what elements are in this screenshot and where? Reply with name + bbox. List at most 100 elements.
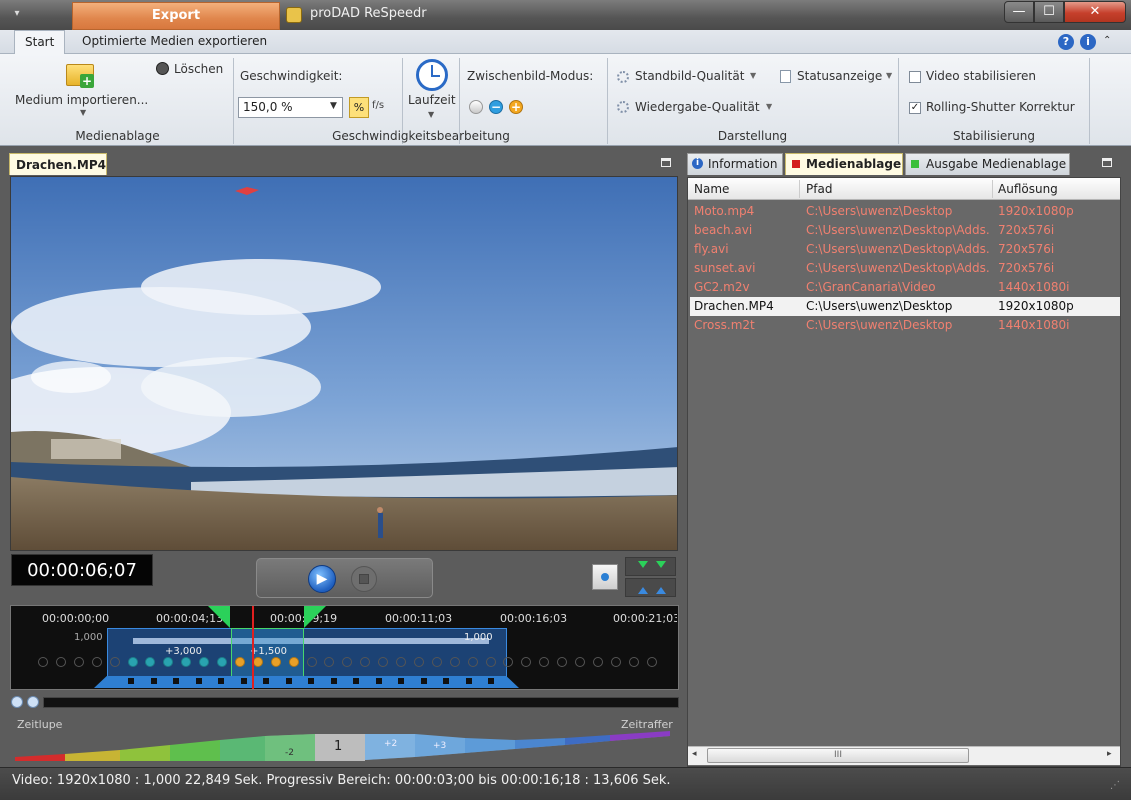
playhead[interactable]	[252, 606, 254, 689]
resize-grip-icon[interactable]: ⋰	[1110, 780, 1124, 794]
scroll-right-icon[interactable]: ▸	[1107, 749, 1112, 759]
chevron-down-icon[interactable]: ▼	[330, 101, 337, 111]
delete-button[interactable]: Löschen	[174, 62, 223, 76]
keyframe-dot	[610, 657, 621, 667]
media-resolution-cell[interactable]: 1920x1080p	[998, 299, 1108, 313]
keyframe-dot	[145, 657, 156, 667]
media-name-cell[interactable]: beach.avi	[694, 223, 794, 237]
interpolation-mode-label: Zwischenbild-Modus:	[467, 69, 594, 83]
tab-start[interactable]: Start	[14, 30, 66, 55]
column-header-name[interactable]: Name	[694, 182, 729, 196]
media-name-cell[interactable]: sunset.avi	[694, 261, 794, 275]
speed-value-left: 1,000	[74, 632, 103, 643]
minimize-button[interactable]: —	[1004, 1, 1034, 23]
stabilize-checkbox[interactable]	[909, 71, 921, 83]
range-marker	[195, 678, 202, 684]
play-button[interactable]: ▶	[308, 565, 336, 593]
media-path-cell[interactable]: C:\Users\uwenz\Desktop	[806, 318, 990, 332]
maximize-button[interactable]: ☐	[1034, 1, 1064, 23]
column-header-path[interactable]: Pfad	[806, 182, 832, 196]
media-resolution-cell[interactable]: 1440x1080i	[998, 280, 1108, 294]
expand-range-button[interactable]	[625, 557, 676, 576]
keyframe-dot	[467, 657, 478, 667]
speed-select[interactable]: 150,0 %	[238, 97, 343, 118]
speed-curve[interactable]	[10, 712, 679, 767]
chevron-down-icon[interactable]: ▼	[886, 71, 892, 80]
media-resolution-cell[interactable]: 720x576i	[998, 242, 1108, 256]
still-quality-dropdown[interactable]: Standbild-Qualität	[635, 69, 744, 83]
stabilize-label[interactable]: Video stabilisieren	[926, 69, 1036, 83]
clip-tab[interactable]: Drachen.MP4	[9, 153, 107, 175]
time-tick: 00:00:00;00	[42, 612, 110, 625]
collapse-ribbon-icon[interactable]: ⌃	[1103, 35, 1111, 46]
rolling-shutter-label[interactable]: Rolling-Shutter Korrektur	[926, 100, 1075, 114]
media-resolution-cell[interactable]: 1920x1080p	[998, 204, 1108, 218]
tab-media-bin[interactable]: Medienablage	[785, 153, 903, 175]
export-context-tab[interactable]: Export	[72, 2, 280, 30]
media-resolution-cell[interactable]: 720x576i	[998, 261, 1108, 275]
media-name-cell[interactable]: Drachen.MP4	[694, 299, 794, 313]
media-path-cell[interactable]: C:\Users\uwenz\Desktop\Adds...	[806, 261, 990, 275]
mode-plus-radio[interactable]: +	[509, 100, 523, 114]
media-path-cell[interactable]: C:\GranCanaria\Video	[806, 280, 990, 294]
media-resolution-cell[interactable]: 1440x1080i	[998, 318, 1108, 332]
import-media-button[interactable]: Medium importieren...	[15, 93, 148, 107]
range-marker	[375, 678, 382, 684]
mode-none-radio[interactable]	[469, 100, 483, 114]
keyframe-dot	[55, 657, 66, 667]
media-path-cell[interactable]: C:\Users\uwenz\Desktop	[806, 204, 990, 218]
maximize-panel-icon[interactable]	[1102, 158, 1112, 167]
keyframe-dot	[91, 657, 102, 667]
keyframe-dot	[38, 657, 48, 667]
zoom-out-icon[interactable]	[27, 696, 39, 708]
column-header-resolution[interactable]: Auflösung	[998, 182, 1058, 196]
chevron-down-icon[interactable]: ▼	[750, 71, 756, 80]
keyframe-dot	[234, 657, 245, 667]
media-resolution-cell[interactable]: 720x576i	[998, 223, 1108, 237]
keyframe-dot	[342, 657, 353, 667]
mode-minus-radio[interactable]: −	[489, 100, 503, 114]
status-display-dropdown[interactable]: Statusanzeige	[797, 69, 882, 83]
collapse-range-button[interactable]	[625, 578, 676, 597]
quick-access-menu-icon[interactable]: ▾	[4, 4, 30, 24]
chevron-down-icon[interactable]: ▼	[428, 110, 434, 119]
collapse-arrows-icon	[638, 587, 666, 594]
media-name-cell[interactable]: fly.avi	[694, 242, 794, 256]
scroll-left-icon[interactable]: ◂	[692, 749, 697, 759]
media-name-cell[interactable]: GC2.m2v	[694, 280, 794, 294]
group-label-stabilization: Stabilisierung	[952, 129, 1036, 143]
tab-optimized-export[interactable]: Optimierte Medien exportieren	[72, 30, 277, 54]
chevron-down-icon[interactable]: ▼	[80, 108, 86, 117]
runtime-button[interactable]: Laufzeit	[408, 93, 456, 107]
info-icon[interactable]: i	[1080, 34, 1096, 50]
delete-icon[interactable]	[156, 62, 169, 75]
playback-quality-dropdown[interactable]: Wiedergabe-Qualität	[635, 100, 760, 114]
media-name-cell[interactable]: Cross.m2t	[694, 318, 794, 332]
keyframe-dot	[252, 657, 263, 667]
keyframe-dot	[270, 657, 281, 667]
rolling-shutter-checkbox[interactable]: ✓	[909, 102, 921, 114]
timeline-scrollbar[interactable]	[43, 697, 679, 708]
time-tick: 00:00:11;03	[385, 612, 453, 625]
zoom-in-icon[interactable]	[11, 696, 23, 708]
tab-output-media-bin[interactable]: Ausgabe Medienablage	[905, 153, 1070, 175]
keyframe-dot	[485, 657, 496, 667]
chevron-down-icon[interactable]: ▼	[766, 102, 772, 111]
media-name-cell[interactable]: Moto.mp4	[694, 204, 794, 218]
percent-mode-button[interactable]: %	[349, 97, 369, 118]
column-divider[interactable]	[799, 180, 800, 198]
fps-mode-button[interactable]: f/s	[372, 100, 384, 111]
maximize-panel-icon[interactable]	[661, 158, 671, 167]
media-path-cell[interactable]: C:\Users\uwenz\Desktop\Adds...	[806, 242, 990, 256]
video-preview[interactable]	[10, 176, 678, 551]
scrollbar-thumb[interactable]: III	[707, 748, 969, 763]
media-path-cell[interactable]: C:\Users\uwenz\Desktop\Adds...	[806, 223, 990, 237]
close-button[interactable]: ✕	[1064, 1, 1126, 23]
help-icon[interactable]: ?	[1058, 34, 1074, 50]
window-title: proDAD ReSpeedr	[310, 6, 427, 21]
add-icon[interactable]: +	[80, 74, 94, 88]
column-divider[interactable]	[992, 180, 993, 198]
media-path-cell[interactable]: C:\Users\uwenz\Desktop	[806, 299, 990, 313]
keyframe-dot	[557, 657, 568, 667]
time-lapse-label: Zeitraffer	[621, 718, 673, 731]
